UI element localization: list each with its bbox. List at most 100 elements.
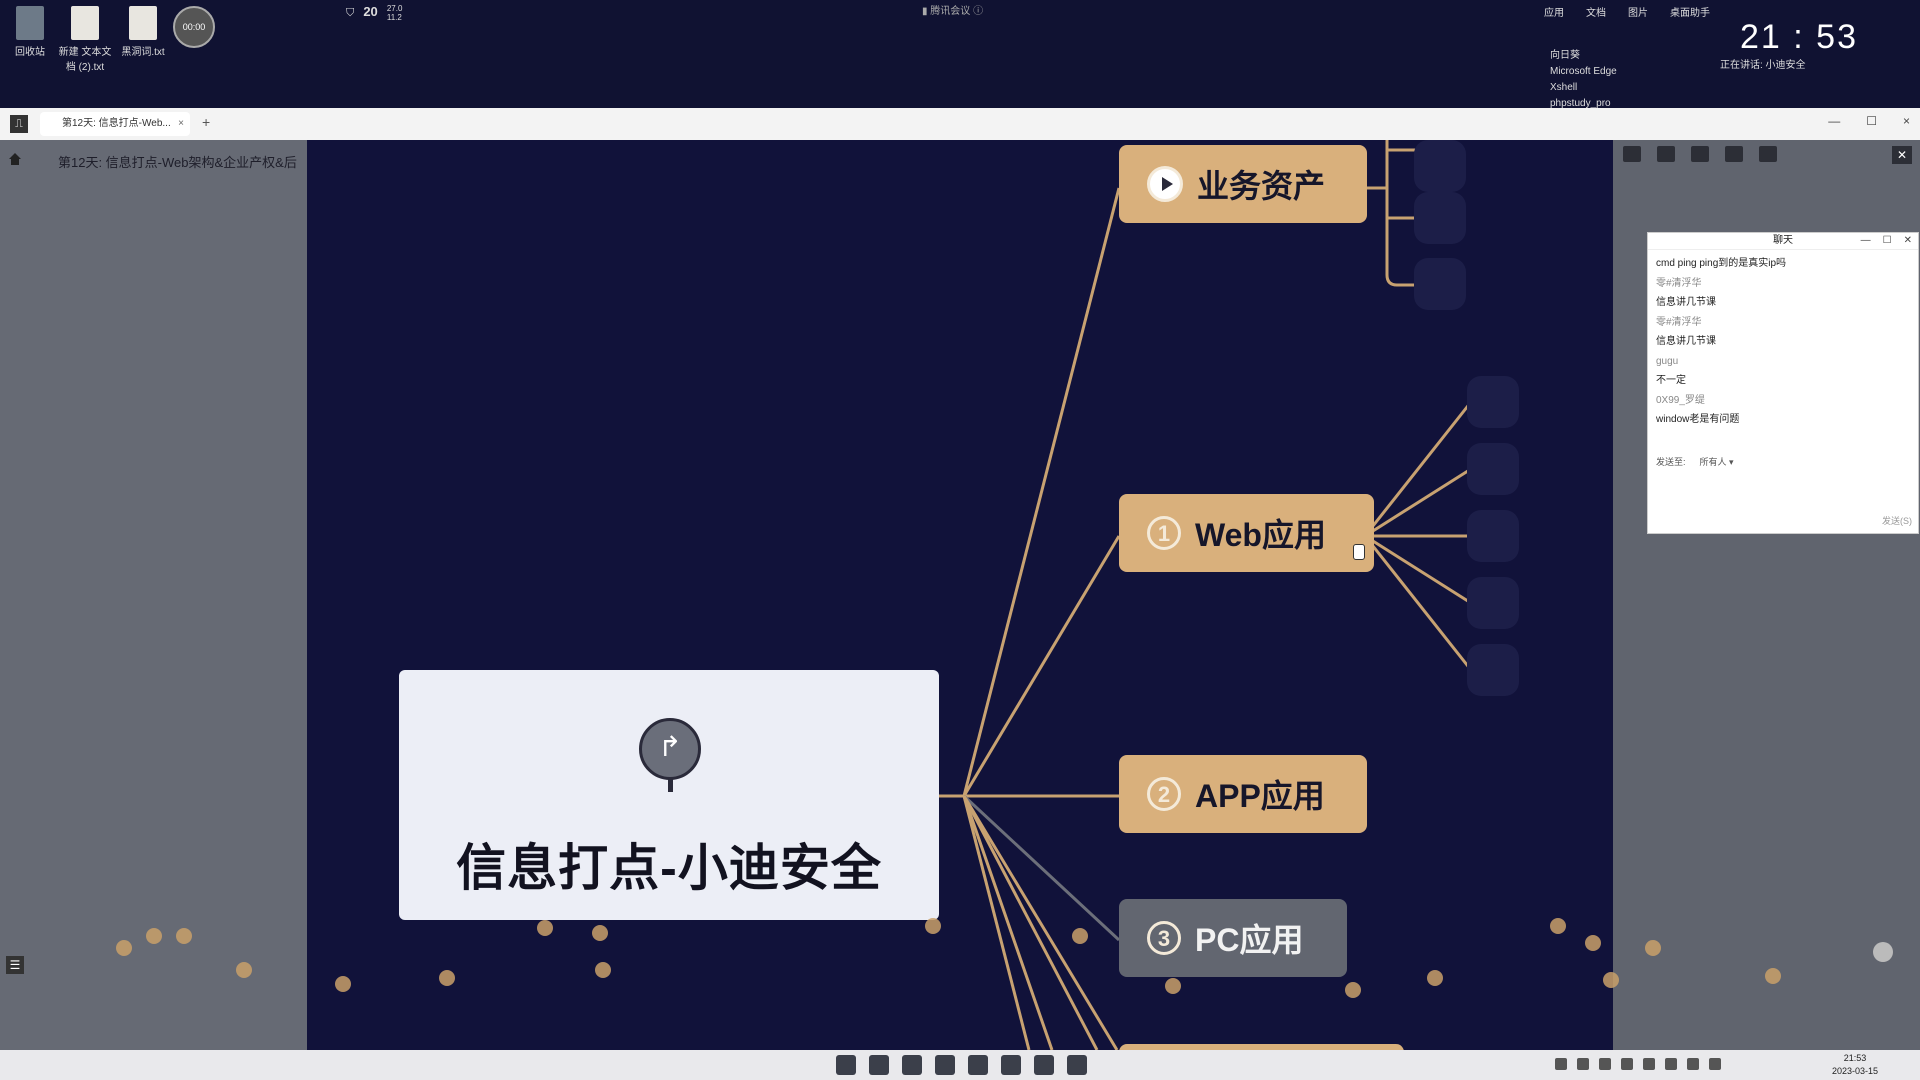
- thumbs-up-icon: [146, 928, 162, 944]
- thumbs-up-icon: [1072, 928, 1088, 944]
- edge-icon[interactable]: [902, 1055, 922, 1075]
- number-badge: 2: [1147, 777, 1181, 811]
- document-icon: [71, 6, 99, 40]
- business-child-node[interactable]: [1414, 192, 1466, 244]
- meeting-label: 腾讯会议: [930, 6, 971, 17]
- node-business-assets[interactable]: 业务资产: [1119, 145, 1367, 223]
- business-child-node[interactable]: [1414, 140, 1466, 192]
- drawer-tab[interactable]: 应用: [1544, 6, 1564, 22]
- close-window-icon[interactable]: ×: [1903, 114, 1910, 128]
- thumbs-up-icon: [1550, 918, 1566, 934]
- document-title: 第12天: 信息打点-Web架构&企业产权&后: [58, 155, 297, 170]
- node-pc-app[interactable]: 3 PC应用: [1119, 899, 1347, 977]
- tray-icon[interactable]: [1665, 1058, 1677, 1070]
- web-branch-5: [1363, 535, 1473, 671]
- taskbar-clock[interactable]: 21:53 2023-03-15: [1832, 1052, 1878, 1078]
- meeting-indicator: ▮ 腾讯会议 ⓘ: [922, 2, 983, 17]
- home-icon[interactable]: [8, 152, 22, 166]
- chrome-icon[interactable]: [935, 1055, 955, 1075]
- maximize-icon[interactable]: ☐: [1883, 233, 1892, 249]
- edge-down-4: [962, 795, 1119, 1050]
- drawer-tab[interactable]: 文档: [1586, 6, 1606, 22]
- list-icon[interactable]: [1657, 146, 1675, 162]
- tray-icon[interactable]: [1709, 1058, 1721, 1070]
- tray-icon[interactable]: [1687, 1058, 1699, 1070]
- taskbar-apps: [836, 1055, 1087, 1075]
- taskbar-date: 2023-03-15: [1831, 1066, 1878, 1076]
- browser-tab-bar: ⎍ 第12天: 信息打点-Web... × + — ☐ ×: [0, 108, 1920, 141]
- present-icon[interactable]: [1725, 146, 1743, 162]
- window-controls: — ☐ ×: [1828, 114, 1910, 128]
- close-icon[interactable]: ×: [178, 112, 184, 136]
- drawer-tab[interactable]: 图片: [1628, 6, 1648, 22]
- drawer-subtitle: 桌面助手: [1670, 8, 1710, 19]
- document-icon: [129, 6, 157, 40]
- recycle-bin-icon[interactable]: 回收站: [0, 6, 60, 58]
- pin-icon[interactable]: [968, 1055, 988, 1075]
- send-button[interactable]: 发送(S): [1882, 514, 1912, 527]
- shield-icon[interactable]: [1001, 1055, 1021, 1075]
- font-icon[interactable]: [1691, 146, 1709, 162]
- tray-icon[interactable]: [1577, 1058, 1589, 1070]
- web-branch-1: [1363, 401, 1473, 537]
- task-view-icon[interactable]: [836, 1055, 856, 1075]
- app-logo-icon: ⎍: [10, 115, 28, 133]
- avatar[interactable]: [1873, 942, 1893, 962]
- web-child-node[interactable]: [1467, 376, 1519, 428]
- close-icon[interactable]: ✕: [1892, 146, 1912, 164]
- number-badge: 1: [1147, 516, 1181, 550]
- desktop-icon-label: 黑洞词.txt: [121, 47, 165, 58]
- app-drawer: 应用 文档 图片 桌面助手: [1544, 6, 1710, 22]
- business-child-node[interactable]: [1414, 258, 1466, 310]
- app-item[interactable]: Xshell: [1550, 80, 1617, 96]
- folder-icon[interactable]: [869, 1055, 889, 1075]
- node-app[interactable]: 2 APP应用: [1119, 755, 1367, 833]
- app-item[interactable]: Microsoft Edge: [1550, 64, 1617, 80]
- thumbs-up-icon: [537, 920, 553, 936]
- info-icon: ⓘ: [973, 6, 984, 17]
- chat-recipient-row: 发送至: 所有人 ▾: [1656, 455, 1734, 468]
- speaking-indicator: 正在讲话: 小迪安全: [1720, 60, 1806, 71]
- node-web-app[interactable]: 1 Web应用: [1119, 494, 1374, 572]
- business-branches: [1367, 140, 1417, 287]
- share-icon[interactable]: [1759, 146, 1777, 162]
- desktop-clock: 21 : 53: [1740, 18, 1858, 56]
- desktop-icon-label: 新建 文本文档 (2).txt: [58, 47, 112, 73]
- panel-toolbar: [1623, 146, 1777, 162]
- thumbs-up-icon: [176, 928, 192, 944]
- close-icon[interactable]: ✕: [1904, 233, 1912, 249]
- thumbs-up-icon: [116, 940, 132, 956]
- image-icon[interactable]: [1034, 1055, 1054, 1075]
- signal-icon: ▮: [922, 6, 928, 17]
- number-badge: 3: [1147, 921, 1181, 955]
- list-icon[interactable]: ☰: [6, 956, 24, 974]
- steam-icon[interactable]: [1067, 1055, 1087, 1075]
- edge-to-pc: [962, 794, 1121, 942]
- maximize-icon[interactable]: ☐: [1866, 114, 1877, 128]
- recorder-widget[interactable]: 00:00: [164, 6, 224, 51]
- send-to-label: 发送至:: [1656, 457, 1686, 467]
- web-child-node[interactable]: [1467, 510, 1519, 562]
- web-branch-4: [1364, 534, 1472, 605]
- chat-message: 不一定: [1656, 375, 1686, 386]
- system-tray: [1555, 1058, 1721, 1070]
- tray-icon[interactable]: [1599, 1058, 1611, 1070]
- recipient-dropdown[interactable]: 所有人 ▾: [1700, 455, 1734, 468]
- app-item[interactable]: 向日葵: [1550, 48, 1617, 64]
- weather-widget: ⛉ 20 27.0 11.2: [346, 4, 402, 22]
- new-tab-button[interactable]: +: [202, 114, 210, 130]
- mindmap-root-node[interactable]: ↱ 信息打点-小迪安全: [399, 670, 939, 920]
- tray-icon[interactable]: [1643, 1058, 1655, 1070]
- node-label: 业务资产: [1197, 168, 1326, 204]
- browser-tab[interactable]: 第12天: 信息打点-Web... ×: [40, 112, 190, 136]
- recycle-bin-glyph-icon: [16, 6, 44, 40]
- tray-icon[interactable]: [1555, 1058, 1567, 1070]
- tray-icon[interactable]: [1621, 1058, 1633, 1070]
- web-child-node[interactable]: [1467, 577, 1519, 629]
- text-file-icon[interactable]: 新建 文本文档 (2).txt: [55, 6, 115, 73]
- minimize-icon[interactable]: —: [1861, 233, 1871, 249]
- web-child-node[interactable]: [1467, 443, 1519, 495]
- minimize-icon[interactable]: —: [1828, 114, 1840, 128]
- taskbar: 21:53 2023-03-15: [0, 1050, 1920, 1080]
- web-child-node[interactable]: [1467, 644, 1519, 696]
